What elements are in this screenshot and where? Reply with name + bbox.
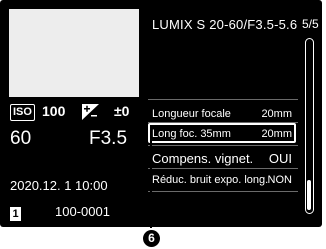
- recording-datetime: 2020.12. 1 10:00: [10, 178, 108, 193]
- file-number: 100-0001: [55, 204, 110, 219]
- ev-value: ±0: [114, 103, 130, 119]
- iso-value: 100: [42, 103, 66, 119]
- row-label: Longueur focale: [152, 108, 231, 120]
- separator: [148, 191, 298, 192]
- page-indicator: 5/5: [302, 17, 319, 31]
- playback-info-screen: ISO 100 ±0 60 F3.5 2020.12. 1 10:00 1 10…: [0, 0, 322, 227]
- row-value: 20mm: [261, 108, 292, 120]
- scrollbar-thumb[interactable]: [307, 180, 311, 210]
- row-value: OUI: [268, 151, 292, 166]
- scrollbar[interactable]: [305, 38, 314, 214]
- separator: [148, 168, 298, 169]
- row-label: Compens. vignet.: [152, 151, 254, 166]
- aperture-value: F3.5: [89, 128, 128, 149]
- shutter-speed: 60: [10, 128, 32, 149]
- iso-icon: ISO: [10, 104, 35, 121]
- exposure-compensation-icon: [82, 104, 99, 120]
- row-value: 20mm: [261, 128, 292, 140]
- callout-leader-line: [150, 140, 152, 228]
- callout-number-badge: 6: [143, 230, 160, 247]
- separator: [148, 145, 298, 146]
- image-thumbnail: [9, 9, 139, 97]
- lens-name: LUMIX S 20-60/F3.5-5.6: [152, 17, 298, 32]
- row-label: Réduc. bruit expo. long.: [152, 174, 269, 186]
- iso-ev-row: ISO 100 ±0: [10, 103, 140, 122]
- folder-icon: 1: [10, 207, 21, 221]
- row-label: Long foc. 35mm: [152, 128, 231, 140]
- row-value: NON: [267, 174, 292, 186]
- separator: [148, 99, 298, 100]
